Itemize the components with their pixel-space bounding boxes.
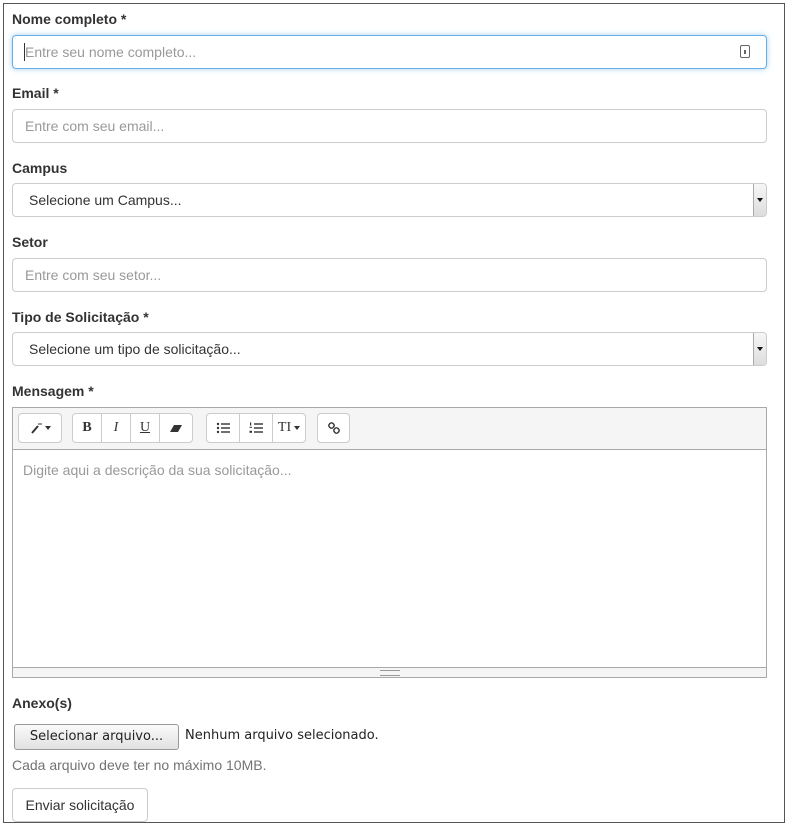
link-group	[317, 413, 350, 443]
ordered-list-icon	[249, 422, 263, 433]
email-label: Email *	[12, 85, 59, 101]
campus-selected-value: Selecione um Campus...	[29, 192, 182, 208]
file-help-text: Cada arquivo deve ter no máximo 10MB.	[12, 757, 267, 773]
magic-wand-icon	[30, 423, 42, 434]
message-textarea[interactable]: Digite aqui a descrição da sua solicitaç…	[13, 450, 766, 668]
unordered-list-icon	[216, 422, 230, 434]
caret-down-icon	[44, 426, 51, 430]
unordered-list-button[interactable]	[206, 413, 240, 443]
font-size-label: TI	[277, 420, 292, 435]
name-placeholder: Entre seu nome completo...	[25, 44, 197, 60]
tipo-selected-value: Selecione um tipo de solicitação...	[29, 341, 241, 357]
mensagem-label: Mensagem *	[12, 383, 94, 399]
bold-button[interactable]: B	[72, 413, 102, 443]
setor-placeholder: Entre com seu setor...	[25, 267, 162, 283]
font-style-group: B I U	[72, 413, 193, 443]
grip-icon	[380, 670, 400, 676]
name-input[interactable]: Entre seu nome completo...	[12, 35, 767, 69]
font-size-button[interactable]: TI	[272, 413, 306, 443]
campus-label: Campus	[12, 160, 68, 176]
tipo-select[interactable]: Selecione um tipo de solicitação...	[12, 332, 767, 366]
underline-button[interactable]: U	[130, 413, 160, 443]
italic-button[interactable]: I	[101, 413, 131, 443]
link-icon	[327, 422, 340, 434]
chevron-down-icon[interactable]	[753, 333, 766, 365]
tipo-label: Tipo de Solicitação *	[12, 309, 149, 325]
message-placeholder: Digite aqui a descrição da sua solicitaç…	[23, 462, 292, 478]
submit-button[interactable]: Enviar solicitação	[12, 788, 148, 822]
anexo-label: Anexo(s)	[12, 695, 72, 711]
message-editor: B I U TI Digite aqui a descrição da sua …	[12, 407, 767, 678]
campus-select[interactable]: Selecione um Campus...	[12, 183, 767, 217]
list-group: TI	[206, 413, 306, 443]
clear-format-button[interactable]	[159, 413, 193, 443]
setor-label: Setor	[12, 234, 48, 250]
email-input[interactable]: Entre com seu email...	[12, 109, 767, 143]
link-button[interactable]	[317, 413, 350, 443]
chevron-down-icon[interactable]	[753, 184, 766, 216]
ordered-list-button[interactable]	[239, 413, 273, 443]
caret-down-icon	[294, 426, 301, 430]
eraser-icon	[170, 425, 182, 432]
choose-file-button[interactable]: Selecionar arquivo...	[14, 724, 179, 750]
setor-input[interactable]: Entre com seu setor...	[12, 258, 767, 292]
autofill-key-icon[interactable]	[740, 45, 750, 58]
request-form: Nome completo * Entre seu nome completo.…	[3, 3, 785, 823]
resize-handle[interactable]	[13, 667, 766, 677]
editor-toolbar: B I U TI	[13, 408, 766, 450]
file-status: Nenhum arquivo selecionado.	[185, 728, 379, 743]
email-placeholder: Entre com seu email...	[25, 118, 165, 134]
name-label: Nome completo *	[12, 11, 127, 27]
style-button[interactable]	[18, 413, 62, 443]
style-group	[18, 413, 62, 443]
